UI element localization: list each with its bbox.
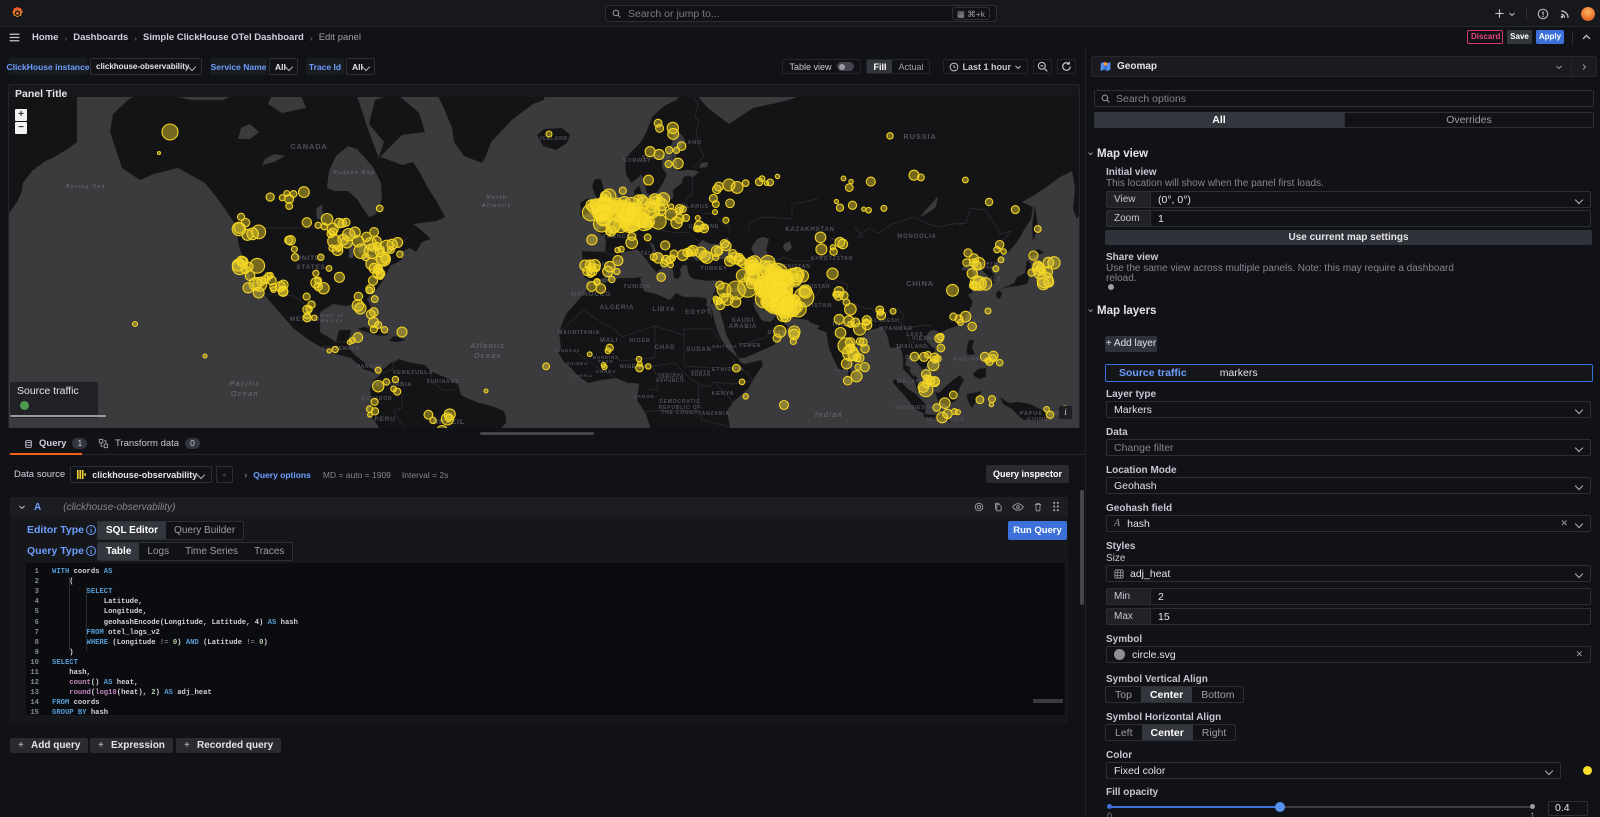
svg-text:SURINAME: SURINAME	[426, 379, 459, 385]
svg-text:VENEZUELA: VENEZUELA	[393, 370, 434, 376]
svg-text:KYRGYZSTAN: KYRGYZSTAN	[811, 256, 853, 262]
svg-text:MONGOLIA: MONGOLIA	[897, 234, 936, 240]
svg-text:Mexico: Mexico	[320, 318, 343, 323]
svg-text:North: North	[487, 195, 508, 201]
svg-text:KAZAKHSTAN: KAZAKHSTAN	[785, 227, 834, 233]
svg-text:ARABIA: ARABIA	[729, 324, 757, 330]
svg-text:LIBERIA: LIBERIA	[571, 373, 593, 378]
svg-text:ICELAND: ICELAND	[540, 136, 568, 142]
svg-text:Atlantic: Atlantic	[470, 343, 506, 350]
svg-text:RUSSIA: RUSSIA	[903, 132, 936, 141]
svg-text:SUDAN: SUDAN	[691, 372, 711, 377]
svg-text:LIBYA: LIBYA	[653, 306, 676, 313]
svg-text:FINLAND: FINLAND	[672, 140, 702, 146]
svg-text:MOROCCO: MOROCCO	[571, 291, 611, 298]
svg-text:FASO: FASO	[598, 359, 613, 364]
svg-text:PERU: PERU	[374, 416, 395, 423]
svg-text:MALI: MALI	[600, 338, 618, 344]
svg-text:GUINEA: GUINEA	[566, 361, 588, 366]
svg-text:GABON: GABON	[634, 394, 655, 399]
svg-text:CHINA: CHINA	[906, 279, 934, 288]
svg-text:EGYPT: EGYPT	[685, 309, 711, 316]
svg-text:TURKEY: TURKEY	[700, 266, 727, 272]
svg-text:TUNISIA: TUNISIA	[623, 284, 651, 290]
svg-text:Bering Sea: Bering Sea	[66, 184, 106, 190]
svg-text:YEMEN: YEMEN	[739, 343, 761, 349]
svg-text:Atlantic: Atlantic	[481, 203, 512, 209]
svg-text:Pacific: Pacific	[229, 381, 260, 388]
svg-text:INDONESIA: INDONESIA	[895, 405, 933, 411]
svg-text:MAURITANIA: MAURITANIA	[558, 330, 600, 336]
svg-text:LAOS: LAOS	[906, 332, 923, 338]
svg-text:ALGERIA: ALGERIA	[600, 304, 635, 311]
svg-text:NIGERIA: NIGERIA	[620, 364, 649, 370]
svg-text:NIGER: NIGER	[629, 338, 650, 344]
svg-text:Ocean: Ocean	[474, 353, 502, 360]
svg-text:THAILAND: THAILAND	[896, 344, 928, 350]
svg-text:CANADA: CANADA	[290, 142, 327, 151]
svg-text:Ocean: Ocean	[231, 391, 259, 398]
svg-text:THE CONGO: THE CONGO	[661, 410, 698, 416]
svg-text:KENYA: KENYA	[712, 391, 735, 397]
svg-text:ERITREA: ERITREA	[712, 344, 737, 349]
svg-text:SUDAN: SUDAN	[686, 347, 711, 353]
svg-text:TANZANIA: TANZANIA	[698, 411, 730, 417]
svg-text:Indian: Indian	[815, 412, 843, 419]
svg-text:REPUBLIC: REPUBLIC	[656, 378, 685, 383]
svg-text:CHAD: CHAD	[655, 345, 676, 351]
svg-text:Hudson Bay: Hudson Bay	[333, 170, 375, 176]
svg-text:SENEGAL: SENEGAL	[553, 348, 580, 353]
svg-text:STATES: STATES	[296, 264, 325, 271]
